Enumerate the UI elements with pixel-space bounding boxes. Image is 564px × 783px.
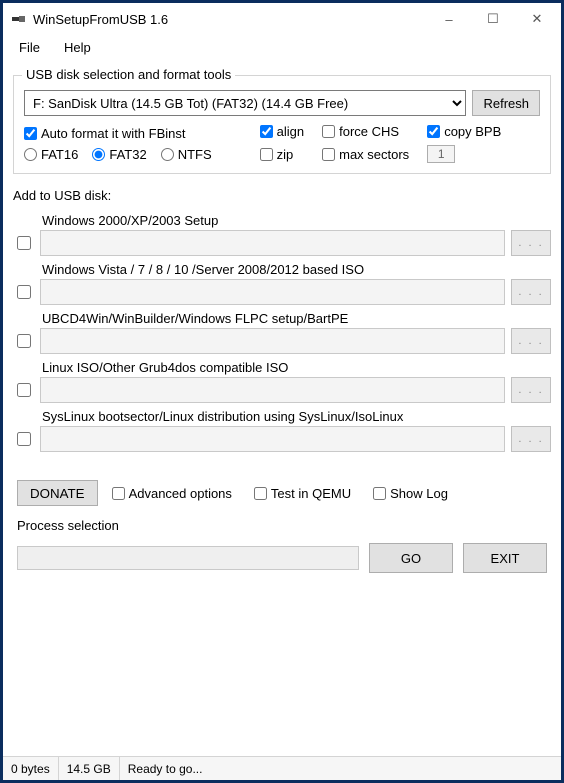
add-check-vista[interactable] [17, 285, 31, 299]
show-log-check[interactable]: Show Log [373, 486, 448, 501]
add-path-field [40, 230, 505, 256]
go-button[interactable]: GO [369, 543, 453, 573]
maximize-button[interactable]: ☐ [471, 4, 515, 34]
menu-file[interactable]: File [9, 38, 50, 57]
menu-help[interactable]: Help [54, 38, 101, 57]
add-title: UBCD4Win/WinBuilder/Windows FLPC setup/B… [40, 311, 505, 326]
auto-format-check[interactable]: Auto format it with FBinst [24, 126, 212, 141]
minimize-button[interactable]: – [427, 4, 471, 34]
window-title: WinSetupFromUSB 1.6 [33, 12, 427, 27]
browse-button[interactable]: . . . [511, 230, 551, 256]
usb-group: USB disk selection and format tools F: S… [13, 75, 551, 174]
usb-group-label: USB disk selection and format tools [22, 67, 235, 82]
fat32-radio[interactable]: FAT32 [92, 147, 146, 162]
donate-button[interactable]: DONATE [17, 480, 98, 506]
process-label: Process selection [17, 518, 547, 533]
force-chs-check[interactable]: force CHS [322, 124, 409, 139]
browse-button[interactable]: . . . [511, 328, 551, 354]
copy-bpb-check[interactable]: copy BPB [427, 124, 501, 139]
app-icon [11, 11, 27, 27]
close-button[interactable]: ✕ [515, 4, 559, 34]
add-check-syslinux[interactable] [17, 432, 31, 446]
browse-button[interactable]: . . . [511, 426, 551, 452]
add-path-field [40, 279, 505, 305]
add-path-field [40, 426, 505, 452]
menubar: File Help [3, 35, 561, 59]
add-check-win2000[interactable] [17, 236, 31, 250]
max-sectors-check[interactable]: max sectors [322, 147, 409, 162]
add-title: Windows Vista / 7 / 8 / 10 /Server 2008/… [40, 262, 505, 277]
add-check-linux[interactable] [17, 383, 31, 397]
add-row-vista: Windows Vista / 7 / 8 / 10 /Server 2008/… [13, 262, 551, 305]
status-size: 14.5 GB [59, 757, 120, 780]
add-title: Windows 2000/XP/2003 Setup [40, 213, 505, 228]
titlebar: WinSetupFromUSB 1.6 – ☐ ✕ [3, 3, 561, 35]
ntfs-radio[interactable]: NTFS [161, 147, 212, 162]
add-path-field [40, 377, 505, 403]
browse-button[interactable]: . . . [511, 279, 551, 305]
test-qemu-check[interactable]: Test in QEMU [254, 486, 351, 501]
progress-bar [17, 546, 359, 570]
add-row-ubcd: UBCD4Win/WinBuilder/Windows FLPC setup/B… [13, 311, 551, 354]
align-check[interactable]: align [260, 124, 304, 139]
status-bytes: 0 bytes [3, 757, 59, 780]
exit-button[interactable]: EXIT [463, 543, 547, 573]
disk-select[interactable]: F: SanDisk Ultra (14.5 GB Tot) (FAT32) (… [24, 90, 466, 116]
advanced-check[interactable]: Advanced options [112, 486, 232, 501]
add-title: Linux ISO/Other Grub4dos compatible ISO [40, 360, 505, 375]
statusbar: 0 bytes 14.5 GB Ready to go... [3, 756, 561, 780]
add-row-syslinux: SysLinux bootsector/Linux distribution u… [13, 409, 551, 452]
add-check-ubcd[interactable] [17, 334, 31, 348]
browse-button[interactable]: . . . [511, 377, 551, 403]
add-path-field [40, 328, 505, 354]
max-sectors-field[interactable] [427, 145, 455, 163]
fat16-radio[interactable]: FAT16 [24, 147, 78, 162]
status-text: Ready to go... [120, 757, 561, 780]
refresh-button[interactable]: Refresh [472, 90, 540, 116]
add-row-win2000: Windows 2000/XP/2003 Setup . . . [13, 213, 551, 256]
add-label: Add to USB disk: [13, 188, 551, 203]
add-title: SysLinux bootsector/Linux distribution u… [40, 409, 505, 424]
zip-check[interactable]: zip [260, 147, 304, 162]
add-row-linux: Linux ISO/Other Grub4dos compatible ISO … [13, 360, 551, 403]
